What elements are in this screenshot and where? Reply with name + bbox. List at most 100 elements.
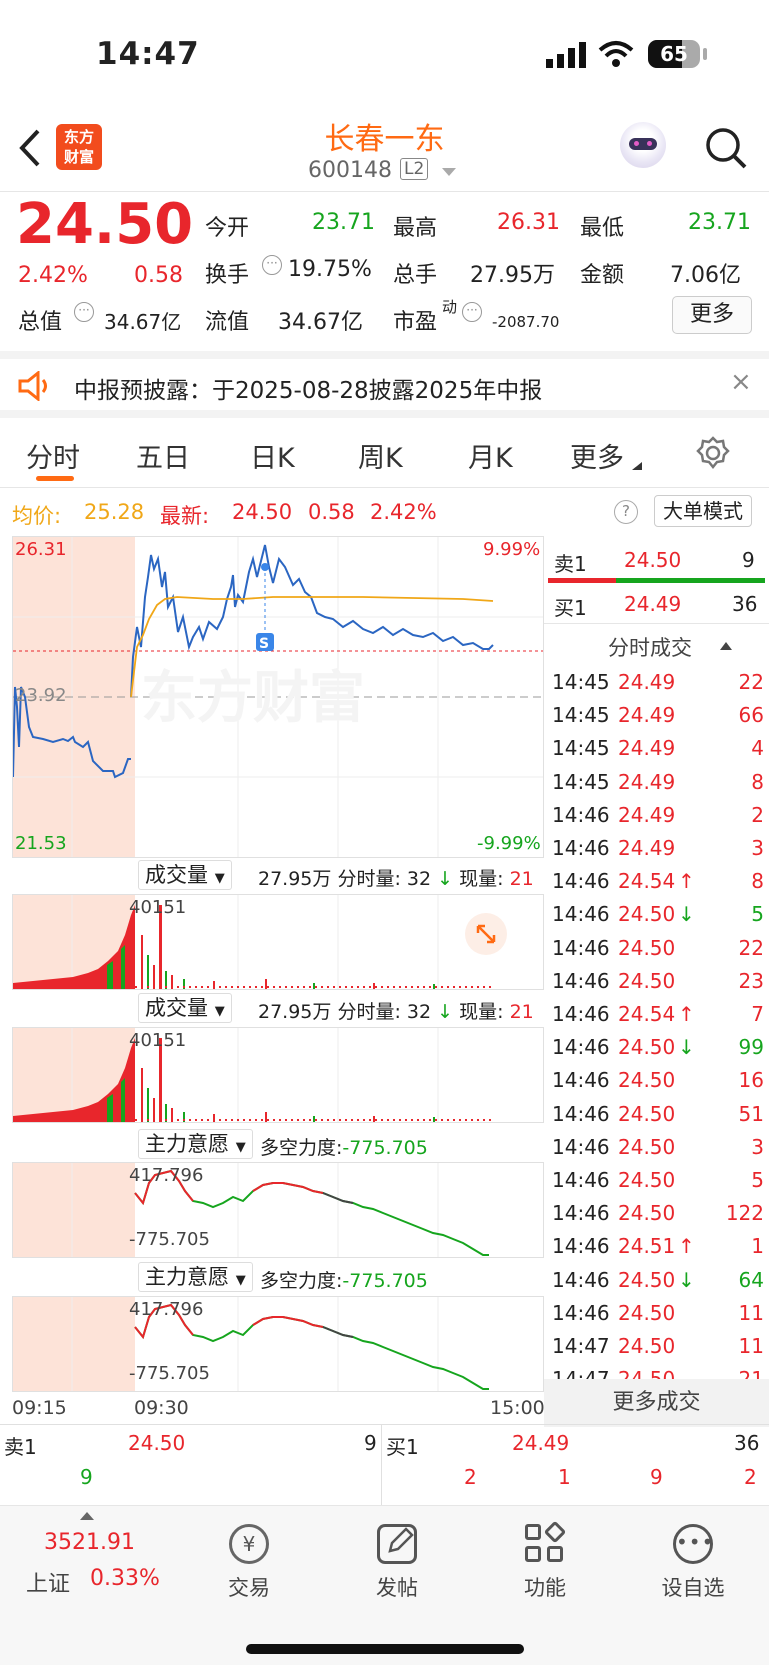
pe-value: -2087.70 [492, 313, 560, 331]
nav-add-watchlist[interactable]: ••• 设自选 [638, 1524, 748, 1602]
trade-volume: 7 [751, 1002, 764, 1026]
trade-price: 24.54 [618, 869, 676, 894]
current-volume-label: 现量: [459, 868, 504, 890]
force-selector[interactable]: 主力意愿 ▼ [138, 1129, 253, 1159]
tab-daily-k[interactable]: 日K [250, 436, 295, 475]
marker-label: S [259, 636, 269, 652]
trade-row: 14:46 24.50 ↓ 64 [544, 1264, 764, 1297]
level-badge[interactable]: L2 [400, 158, 429, 180]
depth-sell-qty: 9 [364, 1431, 377, 1455]
trades-title[interactable]: 分时成交 [608, 632, 692, 662]
down-arrow-icon: ↓ [437, 1001, 454, 1023]
mktcap-label: 总值 [18, 310, 63, 335]
trade-price: 24.51 [618, 1234, 676, 1259]
trade-volume: 16 [738, 1068, 764, 1093]
robot-assistant-icon[interactable] [620, 122, 666, 168]
info-dots-icon[interactable]: ··· [462, 302, 482, 322]
volume-chart-1: 40151 [12, 894, 544, 990]
top-price: 26.31 [15, 539, 67, 560]
index-pct[interactable]: 0.33% [90, 1566, 160, 1591]
trade-row: 14:46 24.49 3 [544, 832, 764, 865]
low-label: 最低 [580, 216, 625, 241]
nav-functions[interactable]: 功能 [490, 1520, 600, 1602]
nav-trade[interactable]: ¥ 交易 [194, 1524, 304, 1602]
chevron-down-icon[interactable] [442, 168, 456, 178]
price-chart[interactable]: 东方财富 S 26.31 23.92 21.53 9.99% -9.99% [12, 536, 544, 858]
notice-bar[interactable]: 中报预披露：于2025-08-28披露2025年中报 × [0, 351, 769, 418]
nav-post[interactable]: 发帖 [342, 1524, 452, 1602]
volume-selector-label: 成交量 [145, 863, 208, 887]
status-time: 14:47 [96, 36, 200, 72]
tab-more[interactable]: 更多 [570, 436, 624, 475]
search-icon[interactable] [704, 126, 748, 170]
tab-5day[interactable]: 五日 [136, 436, 190, 475]
tab-weekly-k[interactable]: 周K [358, 436, 403, 475]
volume-max: 40151 [129, 897, 187, 918]
force-chart-1: 417.796 -775.705 [12, 1162, 544, 1258]
settings-gear-icon[interactable] [696, 436, 730, 470]
trade-row: 14:45 24.49 8 [544, 766, 764, 799]
tab-monthly-k[interactable]: 月K [468, 436, 513, 475]
more-trades-button[interactable]: 更多成交 [544, 1379, 769, 1427]
float-value: 34.67亿 [278, 310, 363, 335]
tick-volume-label: 分时量: [337, 1001, 401, 1023]
force-top: 417.796 [129, 1299, 204, 1320]
trade-price: 24.50 [618, 1168, 676, 1192]
latest-pct: 2.42% [370, 500, 437, 524]
index-value[interactable]: 3521.91 [44, 1530, 135, 1555]
trade-time: 14:46 [552, 968, 610, 993]
force-chart-2: 417.796 -775.705 [12, 1296, 544, 1392]
buy1-label: 买1 [554, 596, 587, 620]
trade-direction-icon: ↓ [678, 1267, 695, 1292]
notice-text: 中报预披露：于2025-08-28披露2025年中报 [74, 378, 543, 404]
info-dots-icon[interactable]: ··· [262, 255, 282, 275]
down-arrow-icon: ↓ [437, 868, 454, 890]
depth-buy-label: 买1 [386, 1435, 419, 1459]
sell1-qty: 9 [742, 548, 755, 572]
open-label: 今开 [205, 216, 250, 241]
stock-header: 东方 财富 长春一东 600148 L2 [0, 108, 769, 192]
expand-icon[interactable] [465, 913, 507, 955]
caret-up-icon[interactable] [80, 1512, 94, 1520]
more-quote-button[interactable]: 更多 [672, 296, 752, 334]
trade-volume: 5 [751, 902, 764, 927]
trade-direction-icon: ↑ [678, 1002, 695, 1026]
caret-up-icon[interactable] [720, 642, 732, 650]
index-name[interactable]: 上证 [26, 1566, 70, 1598]
trade-price: 24.49 [618, 836, 676, 860]
trade-price: 24.50 [618, 1267, 676, 1292]
trade-direction-icon: ↑ [678, 1234, 695, 1259]
close-icon[interactable]: × [730, 367, 752, 397]
tab-intraday[interactable]: 分时 [26, 436, 80, 475]
latest-label: 最新: [160, 504, 210, 528]
avg-label: 均价: [12, 504, 62, 528]
trade-volume: 8 [751, 769, 764, 794]
depth-panel: 卖1 24.50 9 9 买1 24.49 36 2 1 9 2 [0, 1424, 769, 1507]
volume-label: 总手 [393, 263, 438, 288]
speaker-icon [18, 371, 47, 401]
trade-time: 14:46 [552, 1101, 610, 1126]
volume-stats: 27.95万 分时量: 32 ↓ 现量: 21 [258, 997, 534, 1024]
info-dots-icon[interactable]: ··· [74, 302, 94, 322]
volume-value: 27.95万 [470, 263, 555, 288]
force-selector[interactable]: 主力意愿 ▼ [138, 1262, 253, 1292]
big-order-mode-button[interactable]: 大单模式 [654, 495, 752, 527]
grid-apps-icon [525, 1520, 567, 1564]
volume-selector[interactable]: 成交量 ▼ [138, 860, 232, 890]
home-indicator [246, 1644, 524, 1654]
help-icon[interactable]: ? [614, 500, 638, 524]
trade-volume: 66 [738, 703, 764, 728]
depth-sell-detail: 9 [80, 1465, 93, 1489]
depth-buy-price: 24.49 [512, 1431, 570, 1455]
trade-price: 24.50 [618, 1201, 676, 1226]
trade-volume: 22 [738, 935, 764, 960]
nav-functions-label: 功能 [524, 1576, 566, 1600]
edit-post-icon [377, 1524, 417, 1564]
trade-time: 14:46 [552, 902, 610, 927]
trade-price: 24.50 [618, 1300, 676, 1325]
trade-row: 14:47 24.50 11 [544, 1330, 764, 1363]
float-label: 流值 [205, 310, 250, 335]
trade-row: 14:45 24.49 66 [544, 699, 764, 732]
battery-cap [703, 48, 707, 60]
volume-selector[interactable]: 成交量 ▼ [138, 993, 232, 1023]
